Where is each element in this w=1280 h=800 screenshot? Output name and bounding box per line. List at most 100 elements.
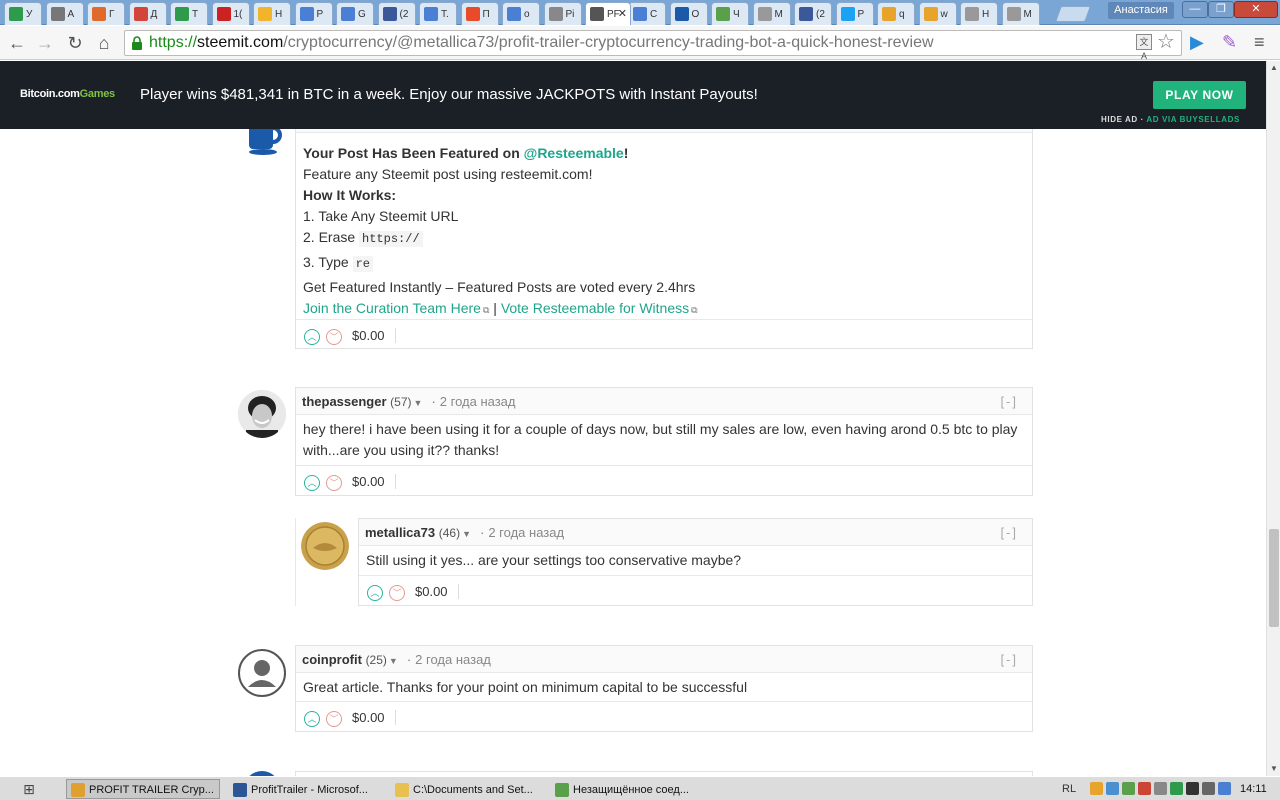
downvote-icon[interactable]: ﹀	[326, 710, 342, 727]
avatar-metallica73[interactable]	[301, 522, 349, 570]
browser-tab[interactable]: П	[460, 2, 499, 25]
taskbar-task[interactable]: ProfitTrailer - Microsof...	[228, 779, 382, 799]
downvote-icon[interactable]: ﹀	[326, 474, 342, 491]
browser-tab[interactable]: Т.	[419, 2, 457, 25]
volume-icon[interactable]	[1202, 782, 1215, 795]
minimize-button[interactable]: —	[1182, 1, 1208, 18]
browser-tab[interactable]: Ч	[711, 2, 749, 25]
upvote-icon[interactable]: ︿	[304, 328, 320, 345]
chevron-down-icon[interactable]: ▼	[389, 656, 398, 666]
language-indicator[interactable]: RL	[1062, 779, 1076, 799]
tray-app-icon[interactable]	[1138, 782, 1151, 795]
browser-tab[interactable]: М	[1001, 2, 1040, 25]
tray-app-icon[interactable]	[1090, 782, 1103, 795]
tray-app-icon[interactable]	[1170, 782, 1183, 795]
browser-tab[interactable]: А	[45, 2, 84, 25]
back-icon[interactable]: ←	[6, 32, 28, 54]
hide-ad-link[interactable]: HIDE AD	[1101, 115, 1138, 124]
bookmark-star-icon[interactable]: ☆	[1157, 30, 1175, 54]
browser-tab[interactable]: Pi	[543, 2, 582, 25]
browser-tab[interactable]: Г	[87, 2, 125, 25]
collapse-button[interactable]: [-]	[1000, 388, 1018, 415]
tab-close-icon[interactable]: ✕	[618, 7, 627, 20]
collapse-button[interactable]: [-]	[1000, 646, 1018, 673]
taskbar-task[interactable]: PROFIT TRAILER Cryp...	[66, 779, 220, 799]
comment-time[interactable]: 2 года назад	[440, 394, 516, 409]
reload-icon[interactable]: ↻	[64, 32, 86, 54]
start-button[interactable]: ⊞	[4, 779, 54, 799]
taskbar-task[interactable]: Незащищённое соед...	[550, 779, 704, 799]
payout-value[interactable]: $0.00	[415, 584, 459, 599]
browser-tab-active[interactable]: PF ✕	[585, 2, 631, 25]
browser-tab[interactable]: Р	[835, 2, 874, 25]
forward-icon[interactable]: →	[34, 32, 56, 54]
scroll-down-arrow-icon[interactable]: ▼	[1267, 762, 1280, 776]
comment-card-coinprofit: coinprofit (25) ▼ · 2 года назад [-] Great …	[295, 645, 1033, 732]
witness-vote-link[interactable]: Vote Resteemable for Witness	[501, 300, 689, 316]
upvote-icon[interactable]: ︿	[304, 474, 320, 491]
browser-tab[interactable]: о	[502, 2, 540, 25]
extension-play-icon[interactable]: ▶	[1190, 32, 1204, 53]
payout-value[interactable]: $0.00	[352, 328, 396, 343]
window-close-button[interactable]: ✕	[1234, 1, 1278, 18]
browser-menu-icon[interactable]: ≡	[1254, 32, 1265, 53]
curation-team-link[interactable]: Join the Curation Team Here	[303, 300, 481, 316]
payout-value[interactable]: $0.00	[352, 710, 396, 725]
tray-app-icon[interactable]	[1186, 782, 1199, 795]
new-tab-button[interactable]	[1055, 6, 1091, 22]
browser-tab[interactable]: Т	[170, 2, 208, 25]
profile-button[interactable]: Анастасия	[1108, 2, 1174, 19]
address-bar[interactable]: https://steemit.com/cryptocurrency/@meta…	[124, 30, 1182, 56]
avatar-coinprofit[interactable]	[238, 649, 286, 697]
comment-author[interactable]: metallica73	[365, 525, 435, 540]
tab-title: У	[26, 8, 33, 20]
browser-tab[interactable]: Н	[253, 2, 291, 25]
ad-via-link[interactable]: AD VIA BUYSELLADS	[1146, 115, 1239, 124]
extension-feather-icon[interactable]: ✎	[1222, 32, 1237, 53]
tab-favicon-icon	[548, 7, 563, 21]
chevron-down-icon[interactable]: ▼	[462, 529, 471, 539]
browser-tab[interactable]: У	[4, 2, 42, 25]
upvote-icon[interactable]: ︿	[367, 584, 383, 601]
translate-icon[interactable]: 文A	[1136, 34, 1152, 61]
payout-value[interactable]: $0.00	[352, 474, 396, 489]
comment-time[interactable]: 2 года назад	[488, 525, 564, 540]
browser-tab[interactable]: 1(	[211, 2, 250, 25]
collapse-button[interactable]: [-]	[1000, 519, 1018, 546]
avatar-thepassenger[interactable]	[238, 390, 286, 438]
ad-play-now-button[interactable]: PLAY NOW	[1153, 81, 1246, 109]
browser-tab[interactable]: Н	[960, 2, 998, 25]
tray-app-icon[interactable]	[1218, 782, 1231, 795]
comment-author[interactable]: coinprofit	[302, 652, 362, 667]
browser-tab[interactable]: q	[877, 2, 915, 25]
system-clock[interactable]: 14:11	[1240, 779, 1267, 799]
browser-tab[interactable]: G	[336, 2, 374, 25]
scroll-thumb[interactable]	[1269, 529, 1279, 627]
browser-tab[interactable]: w	[918, 2, 957, 25]
tray-app-icon[interactable]	[1154, 782, 1167, 795]
upvote-icon[interactable]: ︿	[304, 710, 320, 727]
downvote-icon[interactable]: ﹀	[389, 584, 405, 601]
home-icon[interactable]: ⌂	[93, 32, 115, 54]
browser-tab[interactable]: Д	[128, 2, 167, 25]
scroll-up-arrow-icon[interactable]: ▲	[1267, 61, 1280, 75]
tray-network-icon[interactable]	[1122, 782, 1135, 795]
browser-tab[interactable]: (2	[377, 2, 416, 25]
resteemable-link[interactable]: @Resteemable	[524, 145, 624, 161]
comment-time[interactable]: 2 года назад	[415, 652, 491, 667]
browser-tab[interactable]: (2	[794, 2, 832, 25]
comment-author[interactable]: thepassenger	[302, 394, 387, 409]
chevron-down-icon[interactable]: ▼	[414, 398, 423, 408]
gold-coin-icon	[301, 522, 349, 570]
featured-title: Your Post Has Been Featured on @Resteema…	[303, 143, 1025, 164]
page-scrollbar[interactable]: ▲ ▼	[1266, 61, 1280, 776]
browser-tab[interactable]: Р	[294, 2, 333, 25]
browser-tab[interactable]: С	[628, 2, 666, 25]
downvote-icon[interactable]: ﹀	[326, 328, 342, 345]
browser-tab[interactable]: О	[669, 2, 708, 25]
ad-banner[interactable]: Bitcoin.comGames Player wins $481,341 in…	[0, 61, 1266, 129]
browser-tab[interactable]: М	[752, 2, 791, 25]
maximize-button[interactable]: ❐	[1208, 1, 1234, 18]
tray-app-icon[interactable]	[1106, 782, 1119, 795]
taskbar-task[interactable]: C:\Documents and Set...	[390, 779, 544, 799]
